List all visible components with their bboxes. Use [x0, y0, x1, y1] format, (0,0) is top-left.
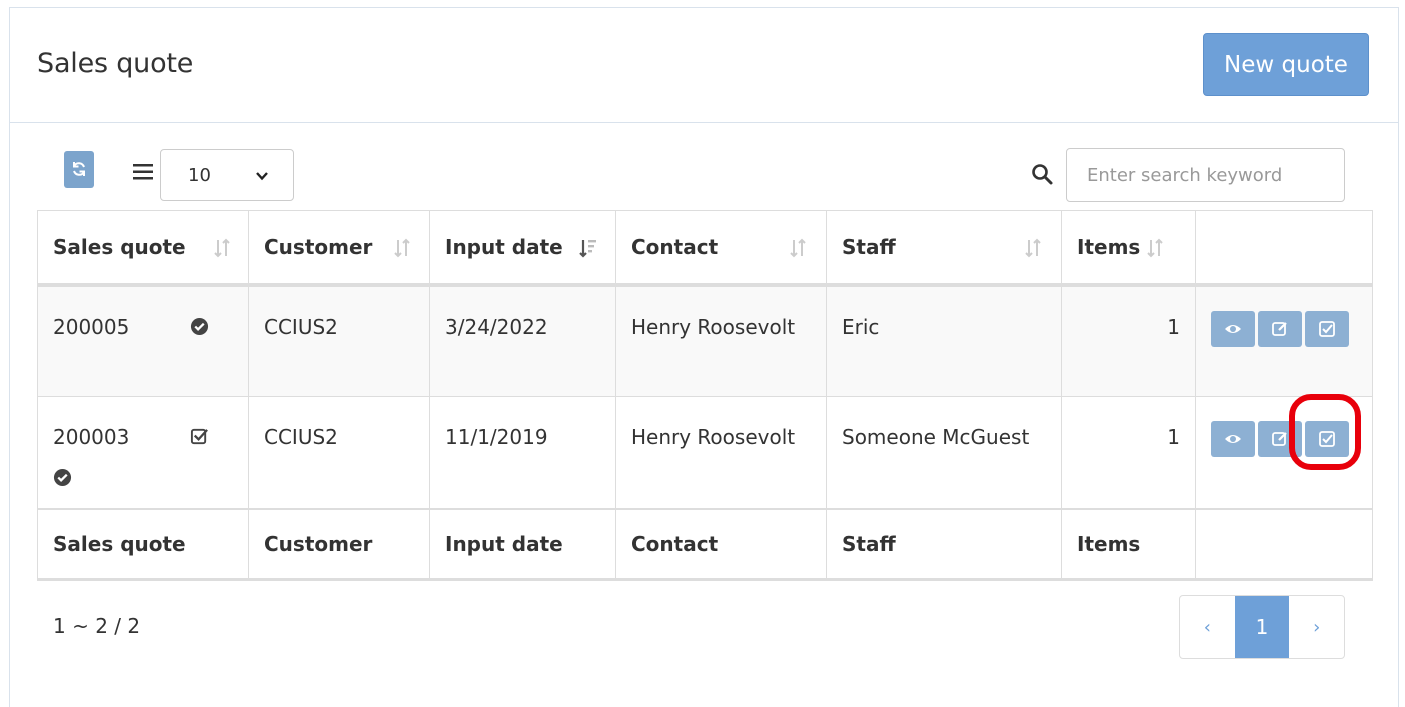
page-size-select[interactable]: 10 — [160, 149, 294, 201]
footer-label-input-date: Input date — [429, 507, 616, 581]
new-quote-button[interactable]: New quote — [1203, 33, 1369, 96]
table-row[interactable]: 200003 CCIUS2 11/1/2019 Henry Roosevolt … — [37, 396, 1373, 509]
footer-label-sales-quote: Sales quote — [37, 507, 249, 581]
table-row[interactable]: 200005 CCIUS2 3/24/2022 Henry Roosevolt … — [37, 284, 1373, 397]
quote-number: 200005 — [53, 314, 130, 339]
column-header-label: Input date — [445, 234, 563, 259]
refresh-button[interactable] — [64, 151, 94, 188]
eye-icon — [1225, 324, 1241, 333]
column-header-sales-quote[interactable]: Sales quote — [37, 210, 249, 287]
column-header-label: Items — [1077, 234, 1141, 259]
refresh-icon — [73, 162, 85, 176]
cell-sales-quote: 200005 — [37, 284, 249, 397]
footer-label-staff: Staff — [826, 507, 1062, 581]
sort-icon — [214, 238, 230, 258]
list-icon — [133, 164, 153, 180]
edit-button[interactable] — [1258, 310, 1302, 347]
cell-actions — [1195, 284, 1373, 397]
column-header-label: Customer — [264, 234, 373, 259]
column-header-items[interactable]: Items — [1061, 210, 1196, 287]
table-header-row: Sales quote Customer Input date Contact … — [37, 210, 1373, 287]
search-input[interactable] — [1066, 148, 1345, 202]
quote-number: 200003 — [53, 425, 130, 449]
sort-desc-icon — [579, 240, 596, 258]
pagination: ‹ 1 › — [1179, 595, 1345, 659]
panel-header: Sales quote New quote — [10, 8, 1398, 123]
chevron-down-icon — [256, 172, 268, 181]
cell-staff: Eric — [826, 284, 1062, 397]
check-circle-icon — [53, 468, 72, 487]
cell-customer: CCIUS2 — [248, 284, 430, 397]
edit-icon — [1272, 321, 1287, 336]
column-header-staff[interactable]: Staff — [826, 210, 1062, 287]
cell-staff: Someone McGuest — [826, 396, 1062, 509]
view-button[interactable] — [1211, 310, 1255, 347]
footer-label-items: Items — [1061, 507, 1196, 581]
column-header-contact[interactable]: Contact — [615, 210, 827, 287]
cell-contact: Henry Roosevolt — [615, 396, 827, 509]
approve-button[interactable] — [1305, 310, 1349, 347]
footer-label-contact: Contact — [615, 507, 827, 581]
cell-items: 1 — [1061, 284, 1196, 397]
sort-icon — [1147, 238, 1163, 258]
view-button[interactable] — [1211, 421, 1255, 457]
eye-icon — [1225, 435, 1241, 443]
cell-contact: Henry Roosevolt — [615, 284, 827, 397]
row-actions — [1211, 421, 1349, 457]
column-header-actions — [1195, 210, 1373, 287]
row-actions — [1211, 310, 1349, 347]
check-circle-icon — [190, 317, 209, 335]
search-icon — [1032, 164, 1053, 185]
column-header-customer[interactable]: Customer — [248, 210, 430, 287]
sort-icon — [394, 238, 410, 258]
sort-icon — [790, 238, 806, 258]
column-header-label: Staff — [842, 234, 896, 259]
cell-items: 1 — [1061, 396, 1196, 509]
check-square-icon — [1319, 431, 1335, 447]
page-size-value: 10 — [188, 165, 211, 186]
check-square-icon — [1319, 320, 1335, 337]
next-page-button[interactable]: › — [1289, 596, 1344, 658]
footer-label-actions — [1195, 507, 1373, 581]
prev-page-button[interactable]: ‹ — [1180, 596, 1235, 658]
footer-label-customer: Customer — [248, 507, 430, 581]
pagination-info: 1 ~ 2 / 2 — [53, 614, 141, 638]
cell-input-date: 3/24/2022 — [429, 284, 616, 397]
page-button-1[interactable]: 1 — [1234, 596, 1290, 658]
sort-icon — [1025, 238, 1041, 258]
edit-icon — [1272, 432, 1287, 446]
page-title: Sales quote — [37, 48, 194, 79]
check-square-icon — [190, 428, 208, 445]
column-header-label: Contact — [631, 234, 719, 259]
sales-quote-table: Sales quote Customer Input date Contact … — [37, 210, 1373, 581]
cell-actions — [1195, 396, 1373, 509]
edit-button[interactable] — [1258, 421, 1302, 457]
cell-input-date: 11/1/2019 — [429, 396, 616, 509]
approve-button[interactable] — [1305, 421, 1349, 457]
column-header-input-date[interactable]: Input date — [429, 210, 616, 287]
cell-customer: CCIUS2 — [248, 396, 430, 509]
table-footer-row: Sales quote Customer Input date Contact … — [37, 507, 1373, 581]
column-header-label: Sales quote — [53, 234, 186, 259]
cell-sales-quote: 200003 — [37, 396, 249, 509]
